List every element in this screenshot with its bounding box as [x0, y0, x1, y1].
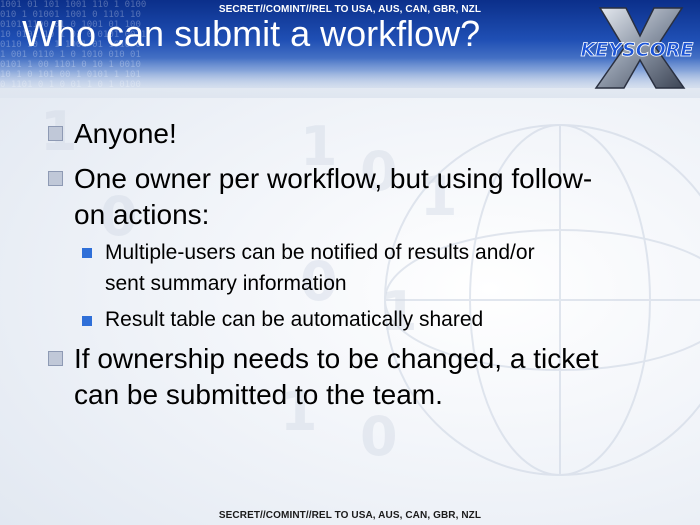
sub-bullet-item-share: Result table can be automatically shared	[105, 304, 690, 335]
bullet-marker	[48, 351, 63, 366]
sub-bullet-item-notify: Multiple-users can be notified of result…	[105, 237, 690, 299]
slide-title: Who can submit a workflow?	[22, 13, 481, 54]
sub-bullet-marker	[82, 248, 92, 258]
bullet-item-ownership: If ownership needs to be changed, a tick…	[74, 341, 684, 413]
svg-text:0: 0	[360, 405, 398, 468]
logo-text: KEYSCORE	[581, 39, 694, 61]
bullet-marker	[48, 126, 63, 141]
bullet-line: Anyone!	[74, 118, 177, 149]
bullet-marker	[48, 171, 63, 186]
bullet-item-owner: One owner per workflow, but using follow…	[74, 161, 684, 233]
keyscore-logo: KEYSCORE	[580, 7, 694, 89]
bullet-line: If ownership needs to be changed, a tick…	[74, 343, 599, 374]
bullet-item-anyone: Anyone!	[74, 116, 684, 152]
bullet-line: Result table can be automatically shared	[105, 308, 484, 331]
classification-banner-bottom: SECRET//COMINT//REL TO USA, AUS, CAN, GB…	[218, 510, 482, 521]
bullet-line: can be submitted to the team.	[74, 379, 443, 410]
bullet-line: One owner per workflow, but using follow…	[74, 163, 593, 194]
bullet-line: on actions:	[74, 199, 210, 230]
bullet-line: Multiple-users can be notified of result…	[105, 241, 535, 264]
sub-bullet-marker	[82, 316, 92, 326]
bullet-line: sent summary information	[105, 272, 347, 295]
slide: 1001 01 101 1001 110 1 0100 010 1 01001 …	[0, 0, 700, 525]
